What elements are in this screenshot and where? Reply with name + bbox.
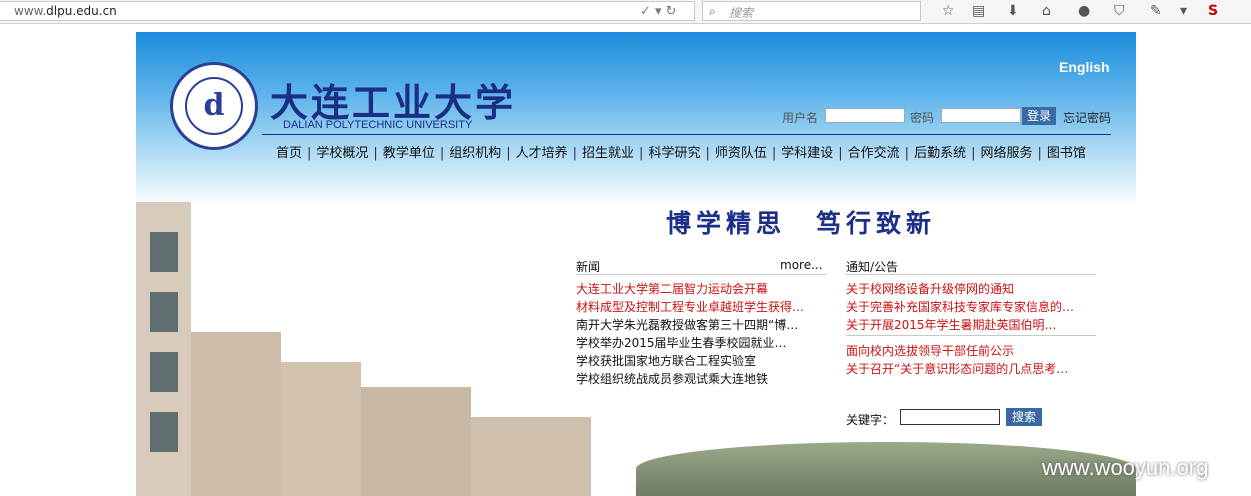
password-label: 密码 bbox=[910, 111, 935, 125]
nav-item-faculty[interactable]: 师资队伍 bbox=[715, 142, 767, 161]
nav-separator: | bbox=[705, 146, 710, 161]
university-seal-logo[interactable]: d bbox=[170, 62, 258, 150]
notice-title: 通知/公告 bbox=[846, 260, 899, 274]
nav-item-research[interactable]: 科学研究 bbox=[648, 142, 700, 161]
news-item[interactable]: 学校获批国家地方联合工程实验室 bbox=[576, 352, 756, 370]
nav-separator: | bbox=[904, 146, 910, 161]
nav-item-cooperation[interactable]: 合作交流 bbox=[848, 142, 900, 161]
news-item[interactable]: 南开大学朱光磊教授做客第三十四期“博… bbox=[576, 316, 798, 334]
header-divider bbox=[262, 134, 1111, 135]
building-window bbox=[150, 352, 178, 392]
keyword-search-button[interactable]: 搜索 bbox=[1006, 408, 1042, 426]
notice-item[interactable]: 面向校内选拔领导干部任前公示 bbox=[846, 342, 1014, 360]
site-header: d 大连工业大学 DALIAN POLYTECHNIC UNIVERSITY E… bbox=[136, 32, 1136, 207]
news-item[interactable]: 材料成型及控制工程专业卓越班学生获得… bbox=[576, 298, 804, 316]
main-nav: 首页 | 学校概况 | 教学单位 | 组织机构 | 人才培养 | 招生就业 | 科学研究 | 师资队伍 | 学科… bbox=[276, 142, 1086, 161]
nav-item-logistics[interactable]: 后勤系统 bbox=[914, 142, 966, 161]
keyword-input[interactable] bbox=[900, 409, 1000, 425]
main-building bbox=[191, 332, 281, 496]
reload-icon[interactable]: ✓ ▾ ↻ bbox=[640, 4, 677, 19]
password-input[interactable] bbox=[941, 108, 1021, 123]
notice-item[interactable]: 关于校网络设备升级停网的通知 bbox=[846, 280, 1014, 298]
username-input[interactable] bbox=[825, 108, 905, 123]
nav-item-teaching-units[interactable]: 教学单位 bbox=[383, 142, 435, 161]
home-icon[interactable]: ⌂ bbox=[1042, 3, 1051, 19]
addon-icon[interactable]: S bbox=[1208, 3, 1218, 19]
keyword-label: 关键字： bbox=[846, 413, 895, 427]
nav-item-network[interactable]: 网络服务 bbox=[980, 142, 1032, 161]
shield-icon[interactable]: ⛉ bbox=[1114, 3, 1125, 19]
nav-separator: | bbox=[1037, 146, 1042, 161]
slogan: 博学精思 笃行致新 bbox=[666, 209, 937, 238]
notice-item[interactable]: 关于开展2015年学生暑期赴英国伯明… bbox=[846, 316, 1057, 334]
news-title: 新闻 bbox=[576, 260, 601, 274]
nav-separator: | bbox=[439, 146, 445, 161]
news-item[interactable]: 学校举办2015届毕业生春季校园就业… bbox=[576, 334, 787, 352]
download-icon[interactable]: ⬇ bbox=[1007, 3, 1019, 19]
main-building bbox=[471, 417, 591, 496]
page-content: d 大连工业大学 DALIAN POLYTECHNIC UNIVERSITY E… bbox=[136, 32, 1136, 496]
notice-item[interactable]: 关于完善补充国家科技专家库专家信息的… bbox=[846, 298, 1074, 316]
extension-icon[interactable]: ✎ bbox=[1150, 3, 1162, 19]
nav-separator: | bbox=[639, 146, 644, 161]
nav-item-talent[interactable]: 人才培养 bbox=[516, 142, 568, 161]
nav-item-disciplines[interactable]: 学科建设 bbox=[781, 142, 833, 161]
news-item[interactable]: 学校组织统战成员参观试乘大连地铁 bbox=[576, 370, 768, 388]
watermark: www.wooyun.org bbox=[1042, 455, 1209, 480]
browser-search-box[interactable]: ⌕ 搜索 bbox=[702, 1, 921, 21]
nav-separator: | bbox=[771, 146, 777, 161]
campus-building-image bbox=[136, 202, 636, 496]
chat-icon[interactable]: ● bbox=[1078, 3, 1090, 19]
browser-toolbar: www.dlpu.edu.cn ✓ ▾ ↻ ⌕ 搜索 ☆ ▤ ⬇ ⌂ ● ⛉ ✎… bbox=[0, 0, 1251, 24]
nav-item-home[interactable]: 首页 bbox=[276, 142, 302, 161]
building-window bbox=[150, 412, 178, 452]
main-building bbox=[361, 387, 471, 496]
search-icon: ⌕ bbox=[709, 4, 716, 18]
notice-divider bbox=[846, 274, 1096, 275]
nav-item-organization[interactable]: 组织机构 bbox=[449, 142, 501, 161]
news-divider bbox=[576, 274, 826, 275]
bookmark-star-icon[interactable]: ☆ bbox=[942, 3, 955, 19]
url-text[interactable]: www.dlpu.edu.cn bbox=[14, 4, 117, 18]
news-more-link[interactable]: more... bbox=[780, 258, 823, 272]
news-item[interactable]: 大连工业大学第二届智力运动会开幕 bbox=[576, 280, 768, 298]
address-bar[interactable]: www.dlpu.edu.cn ✓ ▾ ↻ bbox=[0, 1, 695, 21]
building-window bbox=[150, 292, 178, 332]
building-window bbox=[150, 232, 178, 272]
search-placeholder: 搜索 bbox=[729, 6, 754, 20]
username-label: 用户名 bbox=[782, 111, 819, 125]
nav-separator: | bbox=[971, 146, 976, 161]
forgot-password-link[interactable]: 忘记密码 bbox=[1063, 109, 1111, 126]
nav-separator: | bbox=[373, 146, 378, 161]
notice-divider bbox=[846, 335, 1096, 336]
nav-separator: | bbox=[572, 146, 578, 161]
nav-separator: | bbox=[838, 146, 843, 161]
seal-mark: d bbox=[185, 77, 243, 135]
nav-separator: | bbox=[506, 146, 511, 161]
english-link[interactable]: English bbox=[1059, 59, 1110, 75]
nav-separator: | bbox=[307, 146, 312, 161]
main-building bbox=[281, 362, 361, 496]
login-button[interactable]: 登录 bbox=[1022, 107, 1056, 125]
site-title-en: DALIAN POLYTECHNIC UNIVERSITY bbox=[283, 119, 473, 131]
nav-item-admissions[interactable]: 招生就业 bbox=[582, 142, 634, 161]
reading-list-icon[interactable]: ▤ bbox=[972, 3, 985, 19]
menu-dropdown-icon[interactable]: ▾ bbox=[1180, 3, 1187, 19]
nav-item-overview[interactable]: 学校概况 bbox=[316, 142, 368, 161]
nav-item-library[interactable]: 图书馆 bbox=[1047, 142, 1086, 161]
notice-item[interactable]: 关于召开“关于意识形态问题的几点思考… bbox=[846, 360, 1068, 378]
